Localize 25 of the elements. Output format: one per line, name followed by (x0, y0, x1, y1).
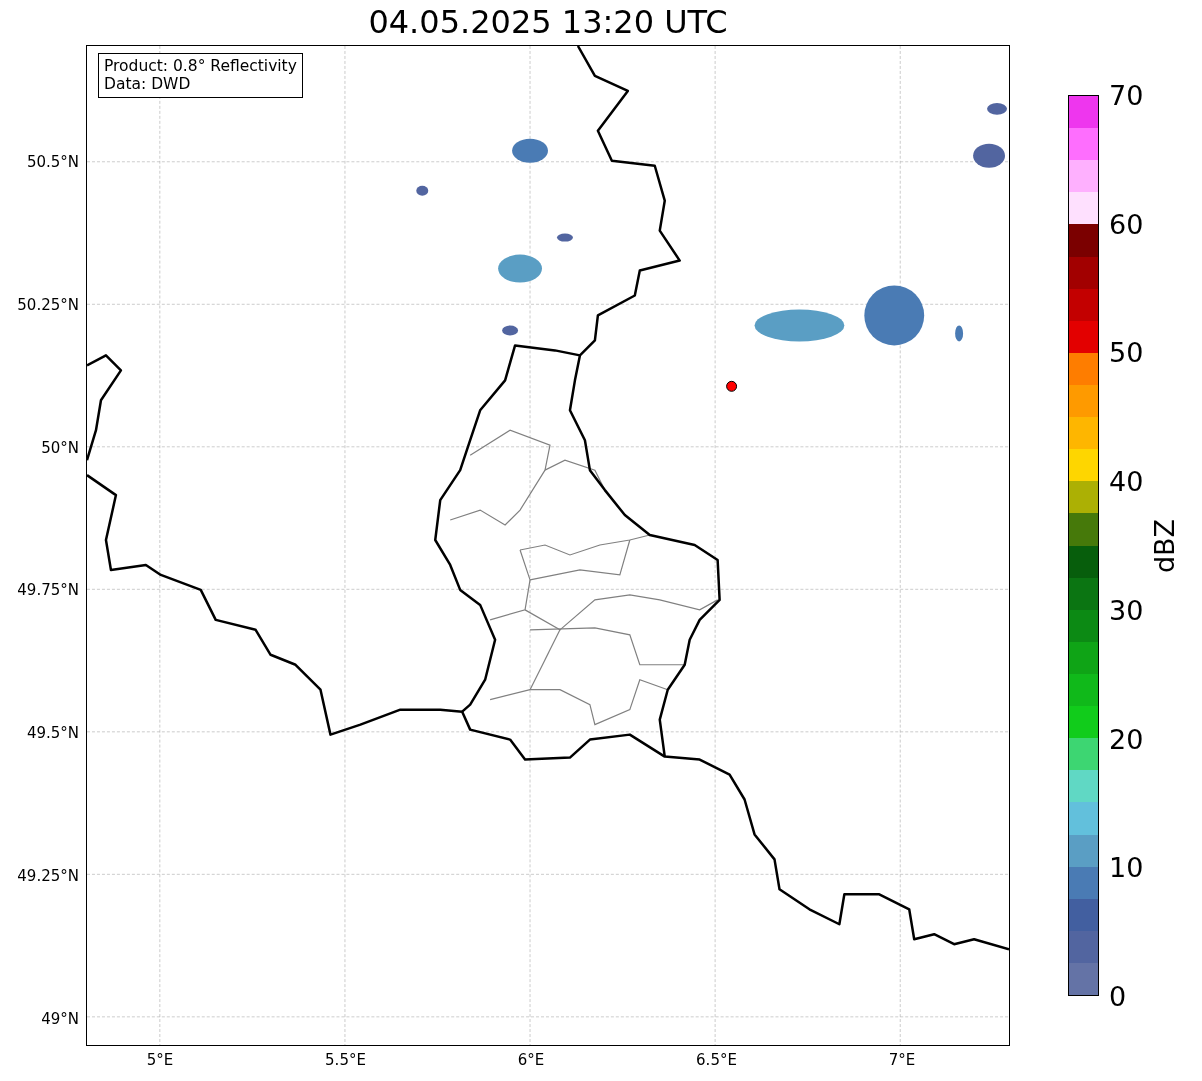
location-marker (726, 380, 738, 392)
latitude-label: 49.25°N (17, 867, 79, 885)
longitude-label: 5°E (146, 1051, 174, 1069)
longitude-label: 6°E (517, 1051, 545, 1069)
longitude-label: 7°E (888, 1051, 916, 1069)
latitude-label: 50.25°N (17, 295, 79, 314)
info-text: Data: DWD (104, 75, 192, 93)
colorbar-tick-label: 10 (1109, 853, 1144, 881)
colorbar-tick-label: 40 (1109, 467, 1144, 495)
latitude-label: 49.75°N (17, 581, 79, 600)
latitude-label: 49.5°N (26, 724, 79, 743)
colorbar-tick-label: 50 (1109, 338, 1144, 366)
chart-title: 04.05.2025 13:20 UTC (368, 3, 728, 41)
colorbar-tick-label: 30 (1109, 596, 1144, 624)
info-text: Product: 0.8° Reflectivity (104, 57, 297, 75)
colorbar-tick-label: 20 (1109, 725, 1144, 753)
colorbar-label: dBZ (1148, 518, 1180, 573)
colorbar-tick-label: 70 (1109, 81, 1144, 109)
longitude-label: 6.5°E (696, 1051, 737, 1069)
colorbar-tick-label: 0 (1109, 982, 1127, 1010)
colorbar-tick-label: 60 (1109, 210, 1144, 238)
latitude-label: 50.5°N (26, 153, 79, 171)
longitude-label: 5.5°E (325, 1051, 366, 1069)
latitude-label: 50°N (41, 438, 79, 457)
latitude-label: 49°N (41, 1009, 79, 1028)
